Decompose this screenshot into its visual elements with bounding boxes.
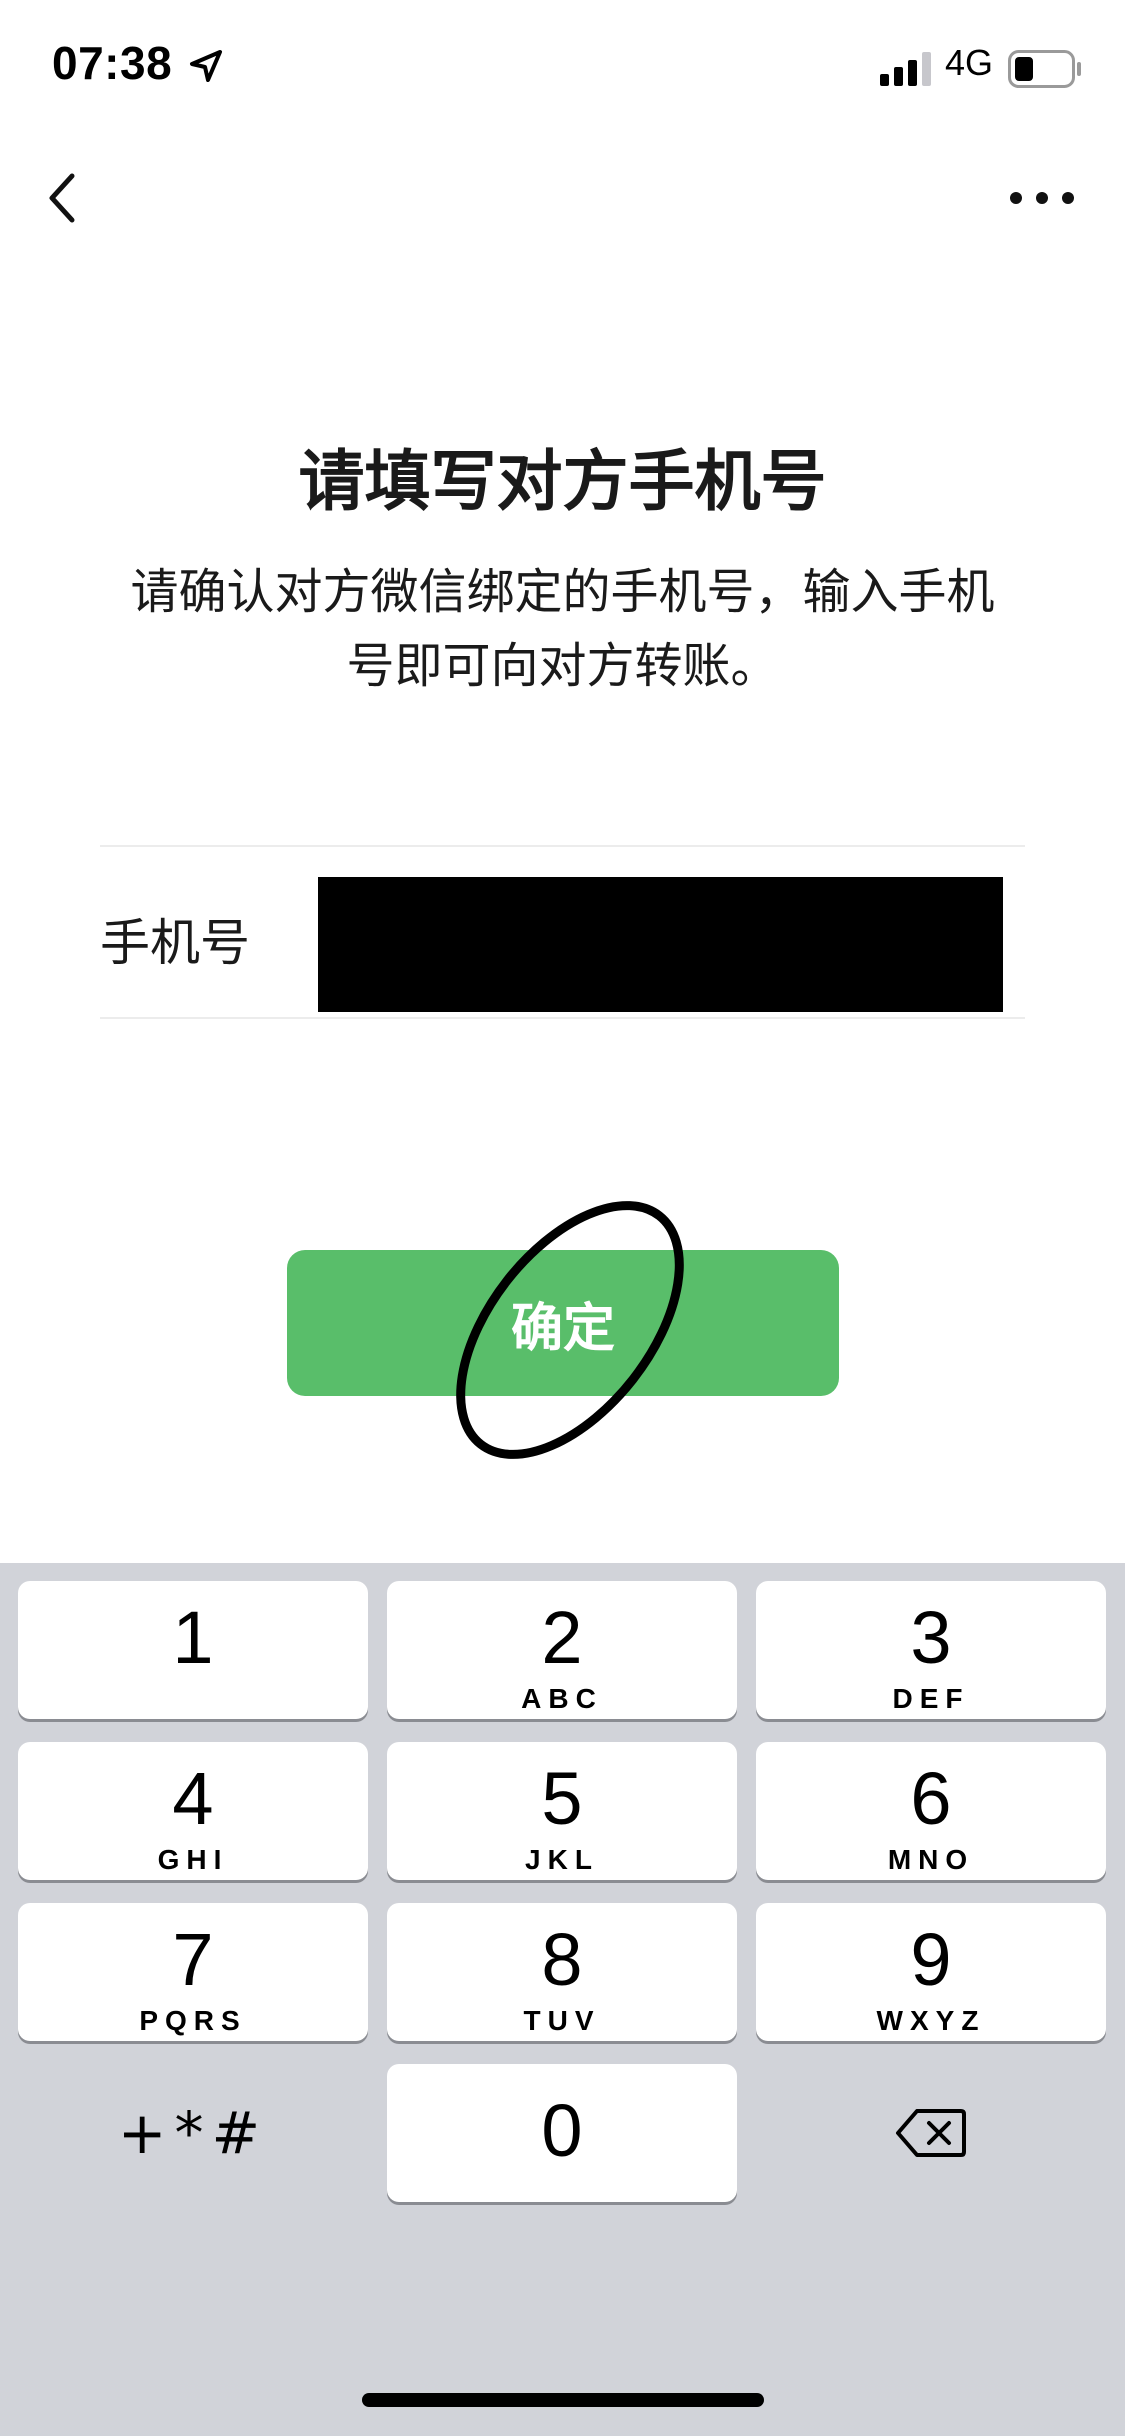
key-2[interactable]: 2 ABC (387, 1581, 737, 1719)
key-5[interactable]: 5 JKL (387, 1742, 737, 1880)
key-digit: 4 (172, 1757, 214, 1840)
delete-key[interactable] (756, 2064, 1106, 2202)
key-digit: 1 (172, 1596, 214, 1679)
key-digit: 6 (910, 1757, 952, 1840)
key-7[interactable]: 7 PQRS (18, 1903, 368, 2041)
key-letters: TUV (523, 2005, 601, 2036)
confirm-button[interactable]: 确定 (287, 1250, 839, 1396)
key-3[interactable]: 3 DEF (756, 1581, 1106, 1719)
key-letters: PQRS (139, 2005, 247, 2036)
key-1[interactable]: 1 (18, 1581, 368, 1719)
key-letters: MNO (887, 1844, 975, 1875)
more-icon[interactable] (1006, 178, 1078, 218)
backspace-icon (896, 2109, 966, 2157)
key-8[interactable]: 8 TUV (387, 1903, 737, 2041)
status-time: 07:38 (52, 37, 173, 89)
key-digit: 2 (541, 1596, 583, 1679)
key-6[interactable]: 6 MNO (756, 1742, 1106, 1880)
network-label: 4G (945, 42, 994, 83)
signal-icon (880, 52, 931, 86)
number-keypad: 1 2 ABC 3 DEF 4 GHI 5 JKL 6 MNO 7 PQRS 8… (0, 1563, 1125, 2436)
key-4[interactable]: 4 GHI (18, 1742, 368, 1880)
key-letters: DEF (892, 1683, 970, 1714)
home-indicator (362, 2393, 764, 2407)
symbols-key[interactable]: +*# (18, 2064, 368, 2202)
key-digit: 9 (910, 1918, 952, 2001)
key-letters: JKL (525, 1844, 599, 1875)
page-description: 请确认对方微信绑定的手机号，输入手机号即可向对方转账。 (130, 564, 995, 694)
location-icon (190, 50, 222, 82)
page-title: 请填写对方手机号 (298, 443, 827, 520)
back-icon[interactable] (36, 158, 96, 238)
key-letters: WXYZ (876, 2005, 986, 2036)
key-digit: 7 (172, 1918, 214, 2001)
key-letters: GHI (157, 1844, 229, 1875)
key-digit: 5 (541, 1757, 583, 1840)
key-digit: 8 (541, 1918, 583, 2001)
phone-number-input[interactable] (318, 877, 1003, 1012)
key-letters: ABC (521, 1683, 603, 1714)
key-0[interactable]: 0 (387, 2064, 737, 2202)
symbols-label: +*# (117, 2099, 269, 2167)
status-bar: 07:38 4G (0, 0, 1125, 132)
key-digit: 0 (541, 2089, 583, 2172)
key-9[interactable]: 9 WXYZ (756, 1903, 1106, 2041)
phone-field-label: 手机号 (100, 914, 250, 972)
phone-field-row: 手机号 (100, 845, 1025, 1019)
key-digit: 3 (910, 1596, 952, 1679)
battery-icon (1008, 50, 1081, 88)
